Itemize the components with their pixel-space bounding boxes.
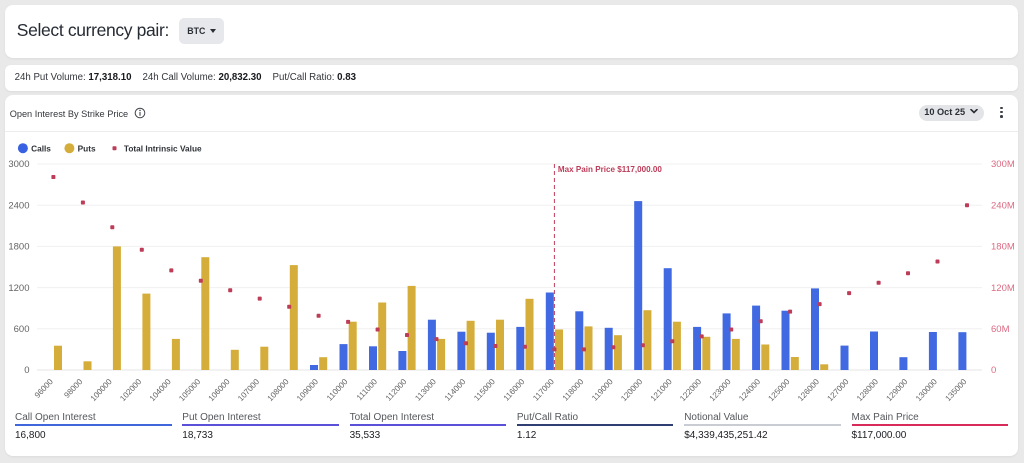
svg-text:Calls: Calls <box>31 143 51 153</box>
svg-text:109000: 109000 <box>295 377 320 403</box>
svg-text:135000: 135000 <box>943 377 968 403</box>
svg-text:Max Pain Price $117,000.00: Max Pain Price $117,000.00 <box>558 165 662 174</box>
svg-text:60M: 60M <box>991 324 1010 335</box>
svg-text:124000: 124000 <box>737 377 762 403</box>
svg-text:300M: 300M <box>991 159 1015 170</box>
svg-text:121000: 121000 <box>649 377 674 403</box>
svg-text:110000: 110000 <box>325 377 350 403</box>
svg-text:126000: 126000 <box>796 377 821 403</box>
svg-text:1800: 1800 <box>8 242 29 253</box>
svg-text:112000: 112000 <box>384 377 409 403</box>
svg-text:111000: 111000 <box>355 377 380 402</box>
svg-text:0: 0 <box>991 365 996 376</box>
svg-text:106000: 106000 <box>207 377 232 403</box>
svg-text:240M: 240M <box>991 200 1015 211</box>
svg-text:104000: 104000 <box>148 377 173 403</box>
svg-text:128000: 128000 <box>855 377 880 403</box>
svg-text:117000: 117000 <box>531 377 556 403</box>
svg-text:Puts: Puts <box>78 143 96 153</box>
svg-text:125000: 125000 <box>767 377 792 403</box>
svg-text:105000: 105000 <box>177 377 202 403</box>
svg-text:123000: 123000 <box>708 377 733 403</box>
svg-text:113000: 113000 <box>413 377 438 403</box>
svg-text:130000: 130000 <box>914 377 939 403</box>
svg-text:102000: 102000 <box>118 377 143 403</box>
svg-text:115000: 115000 <box>472 377 497 403</box>
svg-text:96000: 96000 <box>33 377 55 400</box>
svg-text:98000: 98000 <box>62 377 84 400</box>
svg-text:120M: 120M <box>991 283 1015 294</box>
svg-text:100000: 100000 <box>89 377 114 403</box>
svg-text:3000: 3000 <box>8 159 29 170</box>
svg-text:119000: 119000 <box>590 377 615 403</box>
svg-text:120000: 120000 <box>619 377 644 403</box>
svg-text:118000: 118000 <box>561 377 586 403</box>
svg-text:107000: 107000 <box>236 377 261 403</box>
svg-text:114000: 114000 <box>443 377 468 403</box>
svg-text:180M: 180M <box>991 242 1015 253</box>
svg-text:129000: 129000 <box>884 377 909 403</box>
svg-text:108000: 108000 <box>266 377 291 403</box>
svg-text:122000: 122000 <box>678 377 703 403</box>
svg-text:Total Intrinsic Value: Total Intrinsic Value <box>124 143 202 153</box>
svg-text:1200: 1200 <box>8 283 29 294</box>
svg-text:127000: 127000 <box>826 377 851 403</box>
svg-text:600: 600 <box>14 324 30 335</box>
svg-text:0: 0 <box>24 365 29 376</box>
svg-text:2400: 2400 <box>8 200 29 211</box>
svg-text:116000: 116000 <box>502 377 527 403</box>
